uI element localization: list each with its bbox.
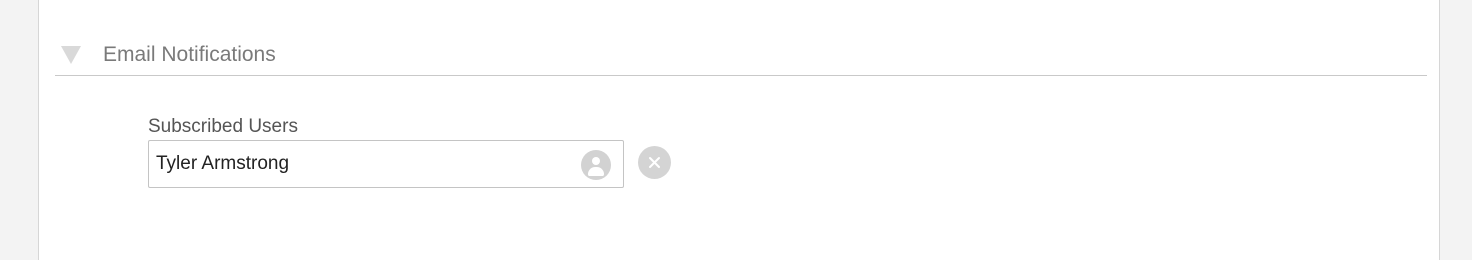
triangle-down-icon[interactable] [61,46,81,64]
close-icon [649,157,660,168]
content-panel: Email Notifications Subscribed Users [38,0,1440,260]
subscribed-user-input[interactable] [149,141,569,187]
person-icon-shoulders [588,167,604,176]
subscribed-users-label: Subscribed Users [148,116,298,137]
remove-user-button[interactable] [638,146,671,179]
person-icon-head [592,157,600,165]
email-notifications-section-header[interactable]: Email Notifications [55,36,1427,76]
person-icon[interactable] [581,150,611,180]
subscribed-user-field [148,140,624,188]
section-title: Email Notifications [103,43,276,66]
